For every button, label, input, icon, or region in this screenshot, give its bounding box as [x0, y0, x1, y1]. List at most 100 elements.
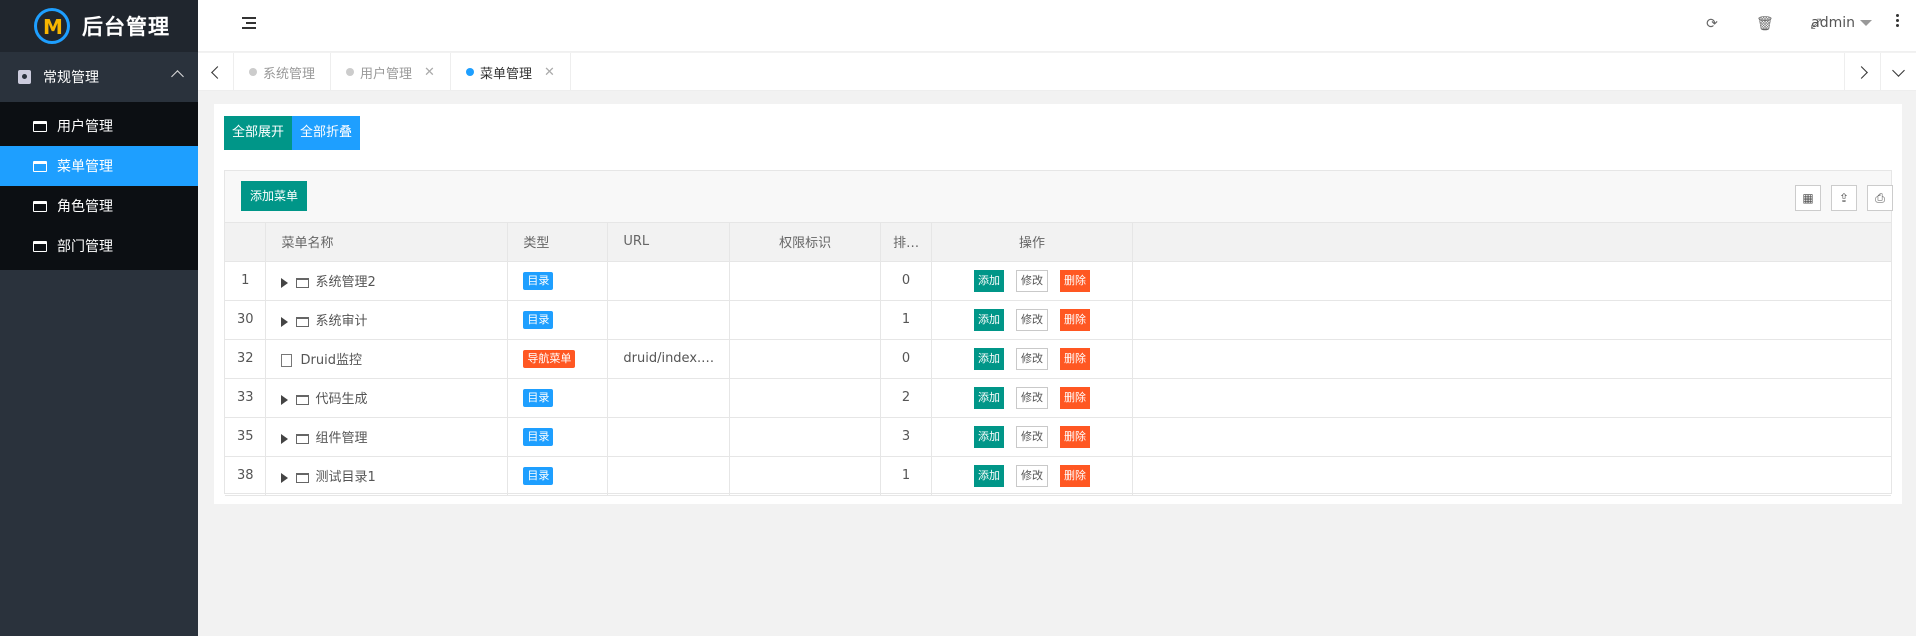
delete-button[interactable]: 删除 — [1060, 425, 1091, 448]
row-order: 1 — [880, 456, 933, 496]
app-title: 后台管理 — [82, 15, 170, 39]
tab-bar: 系统管理 用户管理 ✕ 菜单管理 ✕ — [198, 53, 1916, 91]
add-button[interactable]: 添加 — [974, 425, 1005, 448]
edit-button[interactable]: 修改 — [1016, 269, 1049, 292]
more-vertical-icon[interactable] — [1896, 14, 1900, 29]
row-filler — [1132, 456, 1891, 496]
refresh-icon[interactable]: ⟳ — [1704, 16, 1720, 32]
folder-window-icon — [296, 316, 310, 327]
tab-menu-dropdown[interactable] — [1880, 53, 1916, 91]
row-actions: 添加 修改 删除 — [931, 417, 1133, 457]
sidebar-item-roles[interactable]: 角色管理 — [0, 186, 198, 226]
row-name-cell[interactable]: 测试目录1 — [265, 456, 509, 496]
delete-button[interactable]: 删除 — [1060, 308, 1091, 331]
edit-button[interactable]: 修改 — [1016, 425, 1049, 448]
window-icon — [33, 200, 47, 212]
export-icon[interactable]: ⇪ — [1831, 185, 1857, 211]
expand-arrow-icon[interactable] — [281, 394, 289, 405]
folder-window-icon — [296, 472, 310, 483]
close-icon[interactable]: ✕ — [424, 65, 435, 80]
top-header: ⟳ 🗑 ⤢ admin — [198, 0, 1916, 52]
row-actions: 添加 修改 删除 — [931, 378, 1133, 418]
row-id: 33 — [225, 378, 267, 418]
columns-icon[interactable]: ▦ — [1795, 185, 1821, 211]
row-url — [607, 378, 731, 418]
row-filler — [1132, 339, 1891, 379]
tab-dot-icon — [346, 68, 355, 76]
row-type-cell: 目录 — [507, 300, 609, 340]
logo[interactable]: M 后台管理 — [0, 0, 198, 52]
row-name: Druid监控 — [300, 353, 362, 368]
user-menu[interactable]: admin — [1811, 15, 1872, 31]
table-row: 30 系统审计 目录 1 添加 修改 删除 — [225, 300, 1891, 340]
expand-arrow-icon[interactable] — [281, 277, 289, 288]
sidebar-item-departments[interactable]: 部门管理 — [0, 226, 198, 266]
tab-dot-icon — [249, 68, 257, 76]
edit-button[interactable]: 修改 — [1016, 347, 1049, 370]
row-name: 系统管理2 — [315, 275, 376, 290]
add-button[interactable]: 添加 — [974, 269, 1005, 292]
delete-button[interactable]: 删除 — [1060, 269, 1091, 292]
add-menu-button[interactable]: 添加菜单 — [241, 181, 308, 211]
expand-arrow-icon[interactable] — [281, 472, 289, 483]
row-name-cell[interactable]: 系统审计 — [265, 300, 509, 340]
close-icon[interactable]: ✕ — [544, 65, 555, 80]
caret-down-icon — [1860, 20, 1872, 26]
row-name-cell[interactable]: 组件管理 — [265, 417, 509, 457]
add-button[interactable]: 添加 — [974, 308, 1005, 331]
delete-button[interactable]: 删除 — [1060, 386, 1091, 409]
row-order: 1 — [880, 300, 933, 340]
row-filler — [1132, 261, 1891, 301]
tabs: 系统管理 用户管理 ✕ 菜单管理 ✕ — [234, 53, 571, 91]
add-button[interactable]: 添加 — [974, 464, 1005, 487]
tab-system[interactable]: 系统管理 — [234, 53, 332, 91]
edit-button[interactable]: 修改 — [1016, 308, 1049, 331]
add-button[interactable]: 添加 — [974, 386, 1005, 409]
expand-arrow-icon[interactable] — [281, 316, 289, 327]
data-table: 菜单名称 类型 URL 权限标识 排… 操作 1 系统管理2 目录 0 添加 修… — [225, 223, 1891, 496]
chevron-right-icon — [1854, 65, 1868, 79]
file-icon — [281, 354, 293, 367]
sidebar-item-users[interactable]: 用户管理 — [0, 106, 198, 146]
row-name-cell[interactable]: 代码生成 — [265, 378, 509, 418]
row-url — [607, 456, 731, 496]
row-name-cell[interactable]: 系统管理2 — [265, 261, 509, 301]
row-perm — [729, 261, 882, 301]
row-name-cell[interactable]: Druid监控 — [265, 339, 509, 379]
nav-group-label: 常规管理 — [43, 70, 99, 86]
edit-button[interactable]: 修改 — [1016, 386, 1049, 409]
expand-arrow-icon[interactable] — [281, 433, 289, 444]
col-order[interactable]: 排… — [880, 223, 933, 262]
tab-scroll-right[interactable] — [1844, 53, 1880, 91]
delete-button[interactable]: 删除 — [1060, 464, 1091, 487]
nav-group-general[interactable]: 常规管理 — [0, 52, 198, 102]
row-type-cell: 目录 — [507, 378, 609, 418]
chevron-down-icon — [1892, 63, 1905, 77]
row-type-cell: 目录 — [507, 261, 609, 301]
edit-button[interactable]: 修改 — [1016, 464, 1049, 487]
expand-all-button[interactable]: 全部展开 — [224, 116, 293, 150]
delete-button[interactable]: 删除 — [1060, 347, 1091, 370]
tab-dot-icon — [465, 68, 474, 76]
add-button[interactable]: 添加 — [974, 347, 1005, 370]
tab-scroll-left[interactable] — [198, 53, 234, 91]
col-filler — [1132, 223, 1891, 262]
menu-toggle-icon[interactable] — [242, 17, 256, 29]
row-filler — [1132, 300, 1891, 340]
tab-users[interactable]: 用户管理 ✕ — [331, 53, 451, 91]
col-type: 类型 — [507, 223, 609, 262]
row-actions: 添加 修改 删除 — [931, 456, 1133, 496]
row-url — [607, 261, 731, 301]
col-index — [225, 223, 267, 262]
col-url: URL — [607, 223, 731, 262]
trash-icon[interactable]: 🗑 — [1756, 16, 1774, 32]
print-icon[interactable]: ⎙ — [1867, 185, 1893, 211]
collapse-all-button[interactable]: 全部折叠 — [292, 116, 361, 150]
row-id: 30 — [225, 300, 267, 340]
sidebar-item-menus[interactable]: 菜单管理 — [0, 146, 198, 186]
row-filler — [1132, 417, 1891, 457]
row-id: 1 — [225, 261, 267, 301]
tab-menus[interactable]: 菜单管理 ✕ — [451, 53, 571, 91]
row-perm — [729, 378, 882, 418]
col-name: 菜单名称 — [265, 223, 509, 262]
